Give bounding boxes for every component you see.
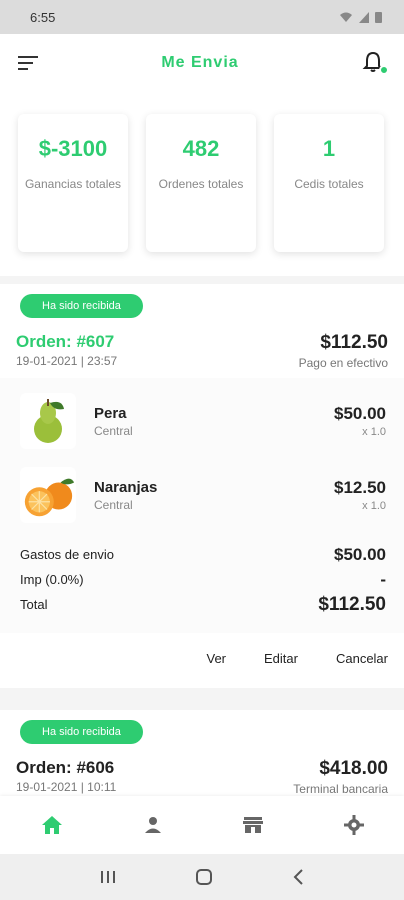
total-row: Total $112.50 — [20, 592, 386, 617]
stat-label: Ganancias totales — [24, 177, 122, 191]
order-card: Ha sido recibida Orden: #607 19-01-2021 … — [0, 284, 404, 688]
tax-label: Imp (0.0%) — [20, 572, 84, 587]
recent-apps-icon[interactable] — [100, 870, 116, 884]
edit-button[interactable]: Editar — [264, 651, 298, 666]
stats-row: $-3100 Ganancias totales 482 Ordenes tot… — [0, 92, 404, 276]
menu-icon[interactable] — [18, 56, 38, 70]
order-id: Orden: #606 — [16, 758, 115, 777]
status-icons — [339, 11, 382, 23]
store-icon[interactable] — [242, 816, 263, 834]
stat-card-earnings: $-3100 Ganancias totales — [18, 114, 128, 252]
home-button-icon[interactable] — [195, 868, 213, 886]
tax-row: Imp (0.0%) - — [20, 567, 386, 592]
notification-dot — [378, 65, 389, 75]
system-nav-bar — [0, 854, 404, 900]
notifications-button[interactable] — [362, 51, 389, 75]
settings-icon[interactable] — [343, 815, 364, 835]
payment-method: Pago en efectivo — [298, 356, 388, 370]
order-date: 19-01-2021 | 10:11 — [16, 780, 117, 794]
view-button[interactable]: Ver — [206, 651, 226, 666]
signal-icon — [359, 11, 369, 23]
item-store: Central — [94, 497, 133, 512]
item-qty: x 1.0 — [362, 426, 386, 438]
status-bar: 6:55 — [0, 0, 404, 34]
item-name: Naranjas — [94, 478, 158, 496]
item-price: $12.50 — [334, 478, 386, 497]
stat-label: Cedis totales — [294, 177, 364, 191]
shipping-value: $50.00 — [334, 544, 386, 564]
order-items: Pera Central $50.00 x 1.0 Naranjas Centr… — [0, 378, 404, 532]
person-icon[interactable] — [144, 816, 162, 834]
order-date: 19-01-2021 | 23:57 — [16, 354, 118, 368]
shipping-label: Gastos de envio — [20, 547, 114, 562]
list-item: Naranjas Central $12.50 x 1.0 — [20, 458, 386, 532]
total-label: Total — [20, 597, 48, 612]
order-total: $418.00 — [319, 758, 388, 779]
item-qty: x 1.0 — [362, 500, 386, 512]
list-item: Pera Central $50.00 x 1.0 — [20, 384, 386, 458]
item-store: Central — [94, 423, 133, 438]
payment-method: Terminal bancaria — [293, 782, 388, 796]
status-badge: Ha sido recibida — [20, 294, 143, 318]
cancel-button[interactable]: Cancelar — [336, 651, 388, 666]
oranges-image — [20, 467, 76, 523]
stat-value: 482 — [182, 136, 220, 161]
order-total: $112.50 — [320, 332, 388, 353]
app-title: Me Envia — [161, 54, 239, 71]
order-header: Orden: #607 19-01-2021 | 23:57 $112.50 P… — [0, 318, 404, 378]
app-bar: Me Envia — [0, 34, 404, 92]
order-summary: Gastos de envio $50.00 Imp (0.0%) - Tota… — [0, 532, 404, 633]
tax-value: - — [380, 569, 386, 589]
back-icon[interactable] — [292, 869, 304, 885]
shipping-row: Gastos de envio $50.00 — [20, 542, 386, 567]
wifi-icon — [340, 12, 352, 22]
bottom-nav — [0, 796, 404, 854]
total-value: $112.50 — [318, 593, 386, 615]
order-header: Orden: #606 19-01-2021 | 10:11 $418.00 T… — [0, 744, 404, 804]
battery-icon — [375, 12, 382, 23]
home-icon[interactable] — [41, 815, 63, 835]
order-id: Orden: #607 — [16, 332, 115, 351]
status-time: 6:55 — [30, 9, 56, 25]
stat-card-orders: 482 Ordenes totales — [146, 114, 256, 252]
order-actions: Ver Editar Cancelar — [0, 633, 404, 688]
stat-label: Ordenes totales — [158, 177, 244, 191]
stat-value: $-3100 — [38, 136, 108, 161]
pear-image — [20, 393, 76, 449]
item-name: Pera — [94, 404, 127, 422]
item-price: $50.00 — [334, 404, 386, 423]
stat-value: 1 — [322, 136, 336, 161]
status-badge: Ha sido recibida — [20, 720, 143, 744]
stat-card-cedis: 1 Cedis totales — [274, 114, 384, 252]
